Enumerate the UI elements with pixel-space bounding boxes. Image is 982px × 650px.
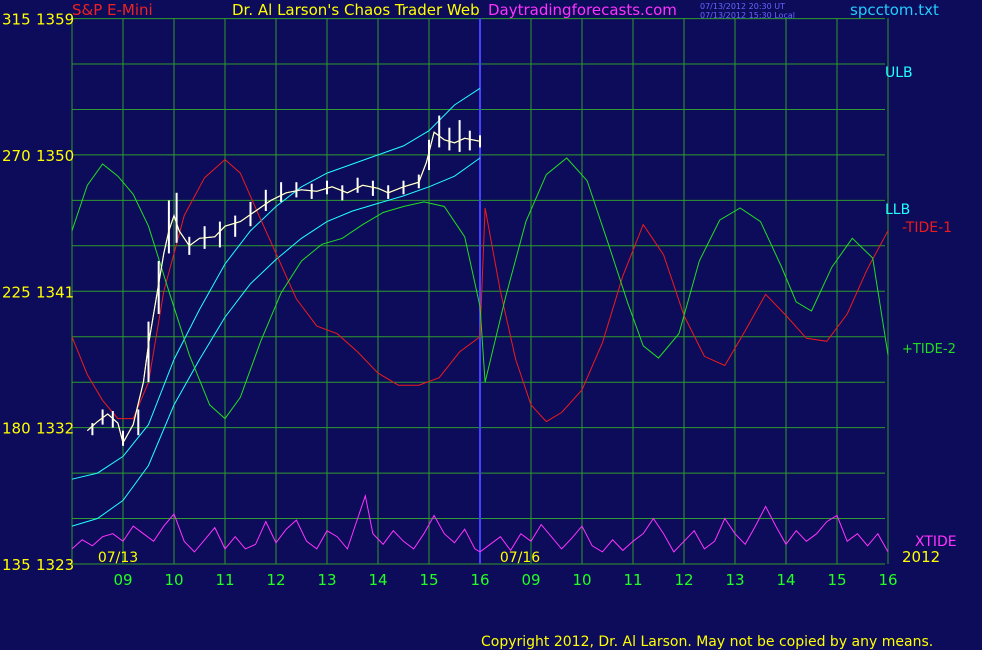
y-right-tick-label: 1341: [36, 283, 74, 301]
x-hour-label: 16: [470, 571, 489, 589]
chaos-trader-chart: 315 1359 270 1350 225 1341 180 1332 135 1323 09 10 1…: [2, 1, 957, 650]
chart-window: 315 1359 270 1350 225 1341 180 1332 135 1323 09 10 1…: [0, 0, 982, 650]
y-left-tick-label: 225: [2, 283, 31, 301]
llb-label: LLB: [885, 202, 910, 218]
xtide-label: XTIDE: [915, 534, 957, 550]
date-label: 07/16: [500, 550, 540, 566]
chart-title: Dr. Al Larson's Chaos Trader Web: [232, 1, 480, 19]
x-hour-label: 16: [878, 571, 897, 589]
x-hour-label: 09: [113, 571, 132, 589]
x-hour-label: 10: [164, 571, 183, 589]
y-right-tick-label: 1332: [36, 420, 74, 438]
timestamp-local: 07/13/2012 15:30 Local: [700, 11, 795, 20]
y-right-tick-label: 1323: [36, 556, 74, 574]
x-hour-label: 13: [725, 571, 744, 589]
x-hour-label: 13: [317, 571, 336, 589]
tide2-label: +TIDE-2: [902, 342, 956, 357]
x-hour-label: 14: [368, 571, 387, 589]
year-label: 2012: [902, 548, 940, 566]
x-hour-label: 10: [572, 571, 591, 589]
x-hour-label: 11: [215, 571, 234, 589]
tide1-label: -TIDE-1: [902, 220, 952, 236]
x-hour-label: 09: [521, 571, 540, 589]
y-right-tick-label: 1350: [36, 147, 74, 165]
y-left-tick-label: 135: [2, 556, 31, 574]
x-hour-label: 12: [674, 571, 693, 589]
ulb-label: ULB: [885, 65, 913, 81]
x-hour-label: 15: [827, 571, 846, 589]
price-close-line: [86, 131, 481, 445]
site-label: Daytradingforecasts.com: [488, 1, 677, 19]
x-hour-label: 12: [266, 571, 285, 589]
y-left-tick-label: 270: [2, 147, 31, 165]
copyright-text: Copyright 2012, Dr. Al Larson. May not b…: [481, 634, 933, 650]
x-hour-label: 11: [623, 571, 642, 589]
x-hour-label: 15: [419, 571, 438, 589]
y-left-tick-label: 315: [2, 11, 31, 29]
y-left-tick-label: 180: [2, 420, 31, 438]
timestamp-ut: 07/13/2012 20:30 UT: [700, 2, 785, 11]
symbol-label: S&P E-Mini: [72, 1, 153, 19]
date-label: 07/13: [98, 550, 138, 566]
price-path: [86, 131, 481, 445]
y-right-tick-label: 1359: [36, 11, 74, 29]
x-hour-label: 14: [776, 571, 795, 589]
file-label: spcctom.txt: [850, 1, 939, 19]
